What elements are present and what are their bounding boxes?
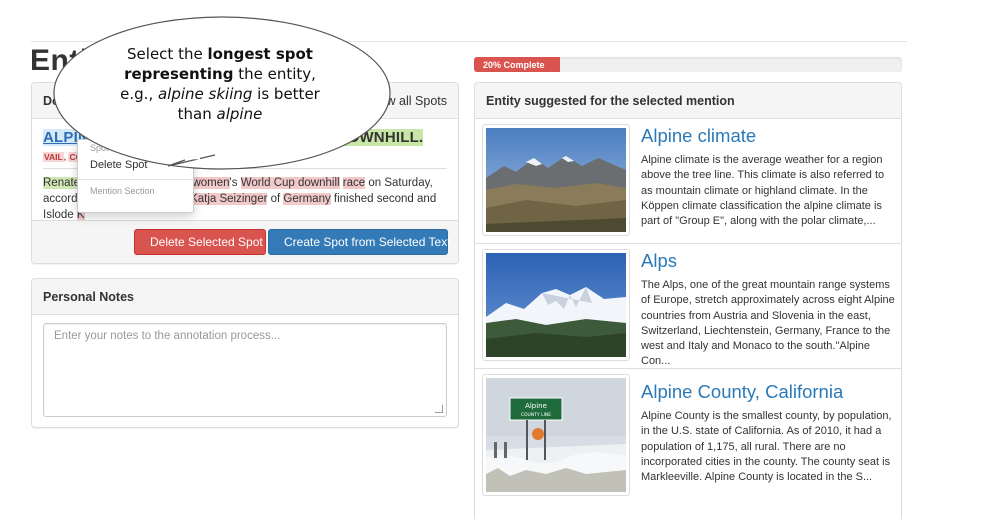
headline-spot-tail[interactable]: ND CUP DOWNHILL. [273, 129, 424, 146]
personal-notes-title: Personal Notes [43, 289, 135, 304]
callout-text-italic: alpine [216, 105, 263, 123]
callout-text-italic: alpine skiing [157, 85, 253, 103]
county-sign-image: Alpine COUNTY LINE [486, 378, 626, 492]
text-run: 's [229, 177, 241, 189]
progress-fill: 20% Complete [474, 57, 560, 72]
spot-context-menu: Spot Section Delete Spot Mention Section [77, 139, 194, 213]
entity-title[interactable]: Alpine County, California [641, 381, 843, 403]
delete-selected-spot-button[interactable]: Delete Selected Spot [134, 229, 266, 255]
progress-label: 20% Complete [483, 59, 545, 70]
entity-thumbnail [482, 249, 630, 361]
snowy-alps-image [486, 253, 626, 357]
entity-suggestion-item[interactable]: Alps The Alps, one of the great mountain… [475, 243, 901, 367]
callout-text-run: the entity, [233, 65, 316, 83]
callout-text-run: e.g., [120, 85, 158, 103]
dateline-spot[interactable]: VAIL [43, 152, 64, 162]
entity-description: Alpine climate is the average weather fo… [641, 154, 885, 228]
page-title: Entity [30, 44, 117, 77]
callout-text-bold: representing [124, 65, 234, 83]
personal-notes-textarea[interactable]: Enter your notes to the annotation proce… [43, 323, 447, 417]
header-divider [31, 41, 907, 42]
entity-suggestion-heading: Entity suggested for the selected mentio… [475, 83, 901, 119]
mountain-landscape-image [486, 128, 626, 232]
mention-spot[interactable]: race [342, 177, 366, 189]
delete-selected-spot-label: Delete Selected Spot [150, 235, 263, 249]
entity-title[interactable]: Alpine climate [641, 125, 756, 147]
show-all-spots-toggle[interactable]: Show all Spots [364, 94, 447, 108]
entity-title[interactable]: Alps [641, 250, 677, 272]
entity-description: Alpine County is the smallest county, by… [641, 410, 892, 484]
document-panel-footer: Delete Selected Spot Create Spot from Se… [32, 220, 458, 263]
document-heading-label: Document [43, 93, 105, 108]
callout-text-bold: longest spot [207, 45, 313, 63]
personal-notes-heading: Personal Notes [32, 279, 458, 315]
sign-line-2: COUNTY LINE [521, 412, 551, 418]
notes-placeholder: Enter your notes to the annotation proce… [54, 330, 281, 342]
text-run: accordi [43, 193, 81, 205]
mention-spot[interactable]: Renate [43, 177, 81, 189]
entity-suggestion-panel: Entity suggested for the selected mentio… [474, 82, 902, 519]
entity-thumbnail: Alpine COUNTY LINE [482, 374, 630, 496]
entity-thumbnail [482, 124, 630, 236]
entity-suggestion-item[interactable]: Alpine COUNTY LINE Alpine County, Califo… [475, 368, 901, 502]
callout-text-run: is better [252, 85, 320, 103]
text-run: of [267, 193, 284, 205]
mention-spot[interactable]: World Cup downhill [240, 177, 340, 189]
create-spot-button[interactable]: Create Spot from Selected Text [268, 229, 451, 255]
text-run: on Saturday, [365, 177, 433, 189]
callout-text-run: than [177, 105, 217, 123]
sign-line-1: Alpine [525, 402, 547, 410]
delete-spot-menu-item[interactable]: Delete Spot [78, 156, 193, 174]
entity-suggestion-item[interactable]: Alpine climate Alpine climate is the ave… [475, 119, 901, 242]
spot-section-header: Spot Section [90, 143, 142, 153]
create-spot-label: Create Spot from Selected Text [284, 235, 451, 249]
personal-notes-panel: Personal Notes Enter your notes to the a… [31, 278, 459, 428]
entity-suggestion-title: Entity suggested for the selected mentio… [486, 93, 735, 108]
text-run: finished second and [330, 193, 437, 205]
mention-spot[interactable]: Katja Seizinger [190, 193, 268, 205]
entity-description: The Alps, one of the great mountain rang… [641, 279, 895, 368]
callout-text-run: Select the [127, 45, 208, 63]
mention-section-header: Mention Section [90, 186, 155, 196]
mention-spot[interactable]: Germany [283, 193, 331, 205]
resize-handle-icon[interactable] [435, 405, 443, 413]
context-menu-divider [78, 179, 193, 180]
callout-text: Select the longest spot representing the… [107, 44, 333, 124]
progress-bar: 20% Complete [474, 57, 902, 72]
